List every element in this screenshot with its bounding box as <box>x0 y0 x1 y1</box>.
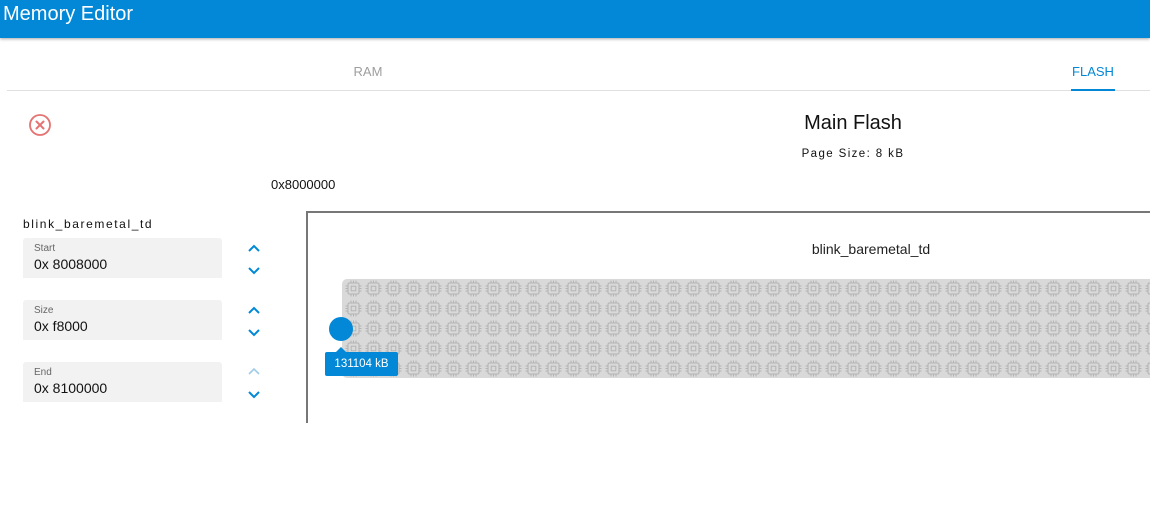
end-field-value[interactable]: 0x 8100000 <box>34 380 107 396</box>
start-decrement-button[interactable] <box>246 264 262 278</box>
memory-block[interactable] <box>342 279 1150 378</box>
end-increment-button[interactable] <box>246 364 262 378</box>
start-field-value[interactable]: 0x 8008000 <box>34 256 107 272</box>
slider-thumb[interactable] <box>329 317 353 341</box>
close-circle-icon <box>29 114 51 136</box>
chevron-up-icon <box>248 306 260 314</box>
start-field-label: Start <box>34 243 56 254</box>
size-field[interactable]: Size 0x f8000 <box>23 300 222 340</box>
end-field[interactable]: End 0x 8100000 <box>23 362 222 402</box>
remove-region-button[interactable] <box>28 113 52 137</box>
chevron-down-icon <box>248 391 260 399</box>
chevron-up-icon <box>248 367 260 375</box>
page-size-label: Page Size: 8 kB <box>801 148 905 160</box>
size-increment-button[interactable] <box>246 303 262 317</box>
chevron-down-icon <box>248 267 260 275</box>
app-title: Memory Editor <box>3 3 134 25</box>
chevron-down-icon <box>248 329 260 337</box>
block-label: blink_baremetal_td <box>811 241 931 257</box>
chevron-up-icon <box>248 244 260 252</box>
slider-value-label: 131104 kB <box>325 347 398 376</box>
start-field[interactable]: Start 0x 8008000 <box>23 238 222 278</box>
end-field-label: End <box>34 367 52 378</box>
end-decrement-button[interactable] <box>246 388 262 402</box>
region-name: blink_baremetal_td <box>23 217 154 231</box>
tab-ram[interactable]: RAM <box>337 52 399 90</box>
tab-flash[interactable]: FLASH <box>1071 52 1115 91</box>
active-tab-indicator <box>1071 89 1115 91</box>
memory-tabs: RAM FLASH <box>7 52 1150 91</box>
size-decrement-button[interactable] <box>246 326 262 340</box>
start-increment-button[interactable] <box>246 241 262 255</box>
tab-flash-label: FLASH <box>1072 64 1114 79</box>
size-field-label: Size <box>34 305 54 316</box>
size-field-value[interactable]: 0x f8000 <box>34 318 88 334</box>
app-bar: Memory Editor <box>0 0 1150 38</box>
section-title: Main Flash <box>804 112 902 134</box>
base-address-label: 0x8000000 <box>271 177 336 192</box>
